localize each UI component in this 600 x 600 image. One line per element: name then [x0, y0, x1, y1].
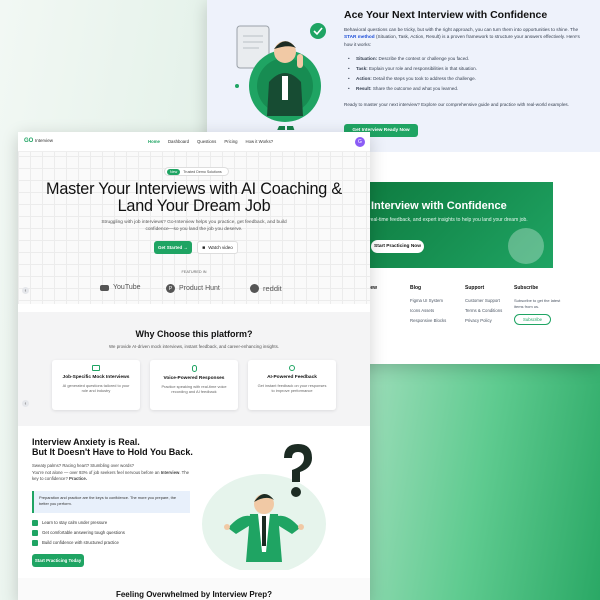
footer-link[interactable]: Figma UI System: [410, 298, 446, 303]
cta-banner: Interview with Confidence real-time feed…: [355, 182, 553, 268]
feature-card[interactable]: Job-Specific Mock Interviews AI generate…: [52, 360, 140, 410]
microphone-icon: [191, 365, 197, 372]
check-item: Build confidence with structured practic…: [32, 540, 125, 546]
check-item: Learn to stay calm under pressure: [32, 520, 125, 526]
check-icon: [32, 540, 38, 546]
product-hunt-icon: P: [166, 284, 175, 293]
navbar: GO Interview Home Dashboard Questions Pr…: [18, 132, 370, 152]
star-bullets: Situation: Describe the context or chall…: [348, 56, 588, 96]
logo-product-hunt: P Product Hunt: [166, 284, 220, 293]
anxiety-line2: You're not alone — over 93% of job seeke…: [32, 469, 190, 482]
footer-link[interactable]: Customer Support: [465, 298, 502, 303]
badge-new-label: New: [167, 168, 181, 175]
feature-card-text: Practice speaking with real-time voice r…: [161, 384, 227, 395]
star-method-link[interactable]: STAR method: [344, 34, 375, 39]
footer-blog-column: Blog Figma UI System Icons Assets Respon…: [410, 285, 446, 323]
bullet-item: Situation: Describe the context or chall…: [348, 56, 588, 61]
logo-youtube: YouTube: [100, 284, 141, 291]
nav-link-home[interactable]: Home: [148, 139, 160, 144]
footer-link[interactable]: Responsive Blocks: [410, 318, 446, 323]
video-camera-icon: ■: [202, 244, 206, 251]
feature-card-text: Get instant feedback on your responses t…: [257, 383, 327, 394]
hero-subtitle: Struggling with job interviews? Go-Inter…: [101, 220, 287, 233]
user-avatar[interactable]: G: [355, 137, 365, 147]
anxiety-checklist: Learn to stay calm under pressure Get co…: [32, 520, 125, 546]
banner-start-practicing-button[interactable]: Start Practicing Now: [371, 240, 424, 253]
subscribe-button[interactable]: Subscribe: [514, 314, 551, 326]
nav-link-pricing[interactable]: Pricing: [224, 139, 237, 144]
footer-col0-heading: iew: [369, 285, 378, 291]
bullet-item: Task: Explain your role and responsibili…: [348, 66, 588, 71]
nav-link-how-it-works[interactable]: How it Works?: [245, 139, 273, 144]
anxiety-quote: Preparation and practice are the keys to…: [32, 491, 190, 513]
why-subtitle: We provide AI-driven mock interviews, in…: [108, 344, 280, 349]
feature-card[interactable]: AI-Powered Feedback Get instant feedback…: [248, 360, 336, 410]
footer-support-column: Support Customer Support Terms & Conditi…: [465, 285, 502, 323]
nav-links: Home Dashboard Questions Pricing How it …: [148, 139, 273, 144]
start-practicing-today-button[interactable]: Start Practicing Today: [32, 554, 84, 567]
check-item: Get comfortable answering tough question…: [32, 530, 125, 536]
arrow-right-icon: →: [183, 245, 189, 250]
anxiety-title: Interview Anxiety is Real. But It Doesn'…: [32, 437, 193, 458]
footer-link[interactable]: Privacy Policy: [465, 318, 502, 323]
reddit-icon: [250, 284, 259, 293]
hero-title: Master Your Interviews with AI Coaching …: [46, 180, 342, 216]
footer-link[interactable]: Icons Assets: [410, 308, 446, 313]
carousel-left-arrow[interactable]: ‹: [22, 287, 29, 294]
footer-link[interactable]: Terms & Conditions: [465, 308, 502, 313]
footer-subscribe-heading: Subscribe: [514, 285, 539, 291]
feature-card-title: AI-Powered Feedback: [267, 375, 317, 380]
announcement-badge[interactable]: New Trusted Demo Solutions: [164, 167, 229, 176]
features-left-arrow[interactable]: ‹: [22, 400, 29, 407]
footer-support-heading: Support: [465, 285, 485, 291]
chevron-left-icon: ‹: [22, 287, 29, 294]
article-intro: Behavioral questions can be tricky, but …: [344, 26, 589, 48]
briefcase-icon: [92, 365, 100, 371]
logo-mark: GO: [24, 138, 34, 144]
feature-card[interactable]: Voice-Powered Responses Practice speakin…: [150, 360, 238, 410]
footer-subscribe-text: Subscribe to get the latest items from u…: [514, 298, 561, 309]
get-started-button[interactable]: Get Started →: [154, 241, 192, 254]
anxiety-title-line2: But It Doesn't Have to Hold You Back.: [32, 447, 193, 458]
anxiety-line1: Sweaty palms? Racing heart? Stumbling ov…: [32, 463, 134, 468]
confused-man-illustration: [202, 444, 326, 570]
article-title: Ace Your Next Interview with Confidence: [344, 9, 548, 21]
feature-card-title: Job-Specific Mock Interviews: [62, 375, 130, 380]
article-closing: Ready to master your next interview? Exp…: [344, 102, 569, 107]
logo-text: Interview: [35, 138, 54, 143]
check-icon: [32, 530, 38, 536]
hero-background: [18, 132, 370, 304]
anxiety-body: Sweaty palms? Racing heart? Stumbling ov…: [32, 463, 192, 483]
intro-text-2: (Situation, Task, Action, Result) is a p…: [344, 34, 580, 47]
youtube-icon: [100, 284, 109, 291]
user-icon: [289, 365, 295, 371]
banner-text: real-time feedback, and expert insights …: [369, 217, 528, 223]
featured-in-label: FEATURED IN: [181, 270, 207, 274]
feature-card-text: AI generated questions tailored to your …: [62, 383, 130, 394]
intro-text-1: Behavioral questions can be tricky, but …: [344, 27, 579, 32]
feature-card-title: Voice-Powered Responses: [163, 376, 225, 381]
landing-page-window: GO Interview Home Dashboard Questions Pr…: [18, 132, 370, 600]
badge-text: Trusted Demo Solutions: [183, 169, 222, 174]
next-section-title: Feeling Overwhelmed by Interview Prep?: [115, 590, 273, 599]
check-icon: [32, 520, 38, 526]
chevron-left-icon: ‹: [22, 400, 29, 407]
nav-link-questions[interactable]: Questions: [197, 139, 216, 144]
logo-reddit: reddit: [250, 284, 282, 293]
bullet-item: Result: Share the outcome and what you l…: [348, 86, 588, 91]
why-title: Why Choose this platform?: [135, 329, 253, 339]
footer-subscribe-column: Subscribe Subscribe to get the latest it…: [514, 285, 568, 326]
trophy-man-illustration: [235, 23, 326, 130]
banner-circle-decoration: [508, 228, 544, 264]
bullet-item: Action: Detail the steps you took to add…: [348, 76, 588, 81]
nav-link-dashboard[interactable]: Dashboard: [168, 139, 189, 144]
watch-video-button[interactable]: ■ Watch video: [197, 241, 238, 254]
banner-title: Interview with Confidence: [371, 200, 507, 212]
footer-blog-heading: Blog: [410, 285, 422, 291]
logo[interactable]: GO Interview: [24, 138, 53, 144]
anxiety-title-line1: Interview Anxiety is Real.: [32, 437, 140, 447]
